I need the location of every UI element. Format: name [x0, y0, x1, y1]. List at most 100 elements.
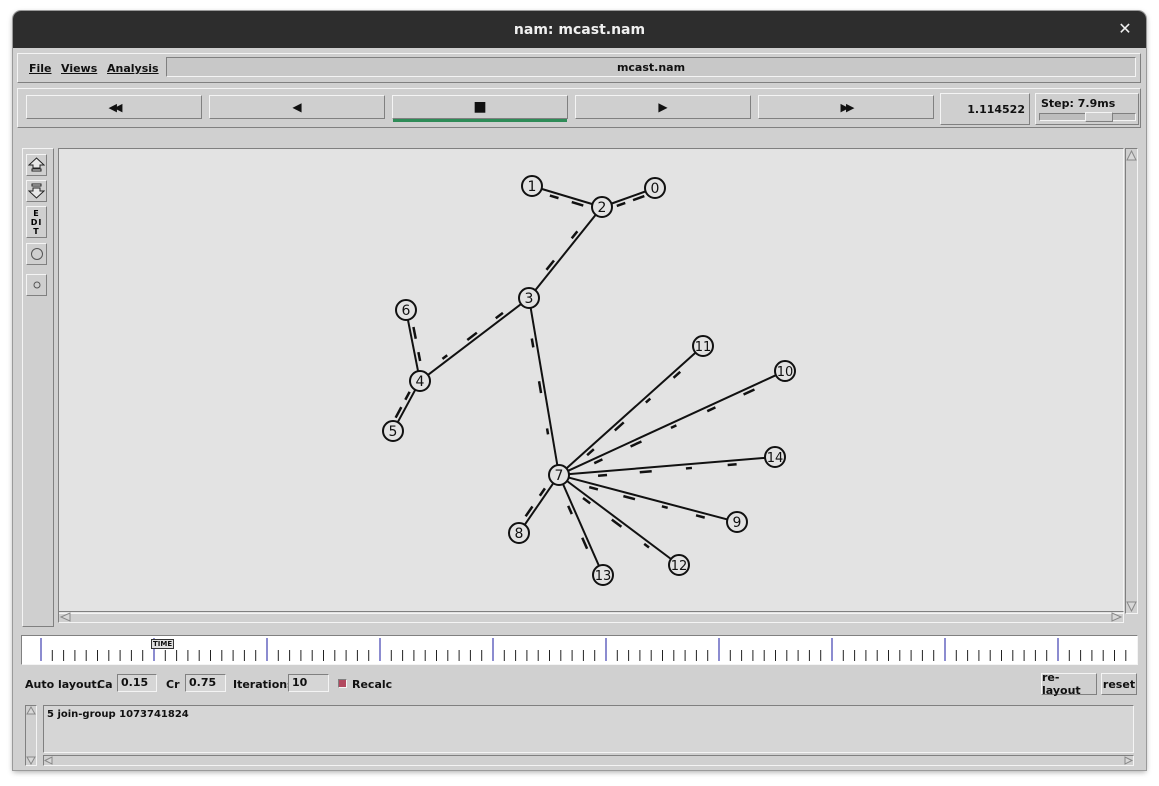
packet	[593, 458, 603, 465]
step-label: Step: 7.9ms	[1041, 97, 1116, 110]
node-13[interactable]: 13	[592, 564, 614, 586]
node-size-large-button[interactable]	[26, 243, 47, 265]
node-label: 3	[525, 291, 534, 307]
step-slider-trough[interactable]	[1039, 112, 1136, 122]
zoom-in-button[interactable]	[26, 154, 47, 176]
canvas-vertical-scrollbar[interactable]	[1125, 148, 1138, 614]
edit-button[interactable]: EDIT	[26, 206, 47, 238]
rewind-button[interactable]: ◀◀	[26, 95, 202, 119]
packet	[537, 381, 543, 394]
stop-button[interactable]: ■	[392, 95, 568, 122]
node-7[interactable]: 7	[548, 464, 570, 486]
auto-layout-bar: Auto layout: Ca 0.15 Cr 0.75 Iterations …	[13, 671, 1146, 698]
cr-input[interactable]: 0.75	[185, 674, 226, 692]
packet	[538, 487, 546, 497]
cr-label: Cr	[166, 678, 180, 691]
node-label: 7	[555, 468, 564, 484]
packet	[623, 494, 636, 501]
node-label: 9	[733, 515, 742, 531]
node-8[interactable]: 8	[508, 522, 530, 544]
timeline-ticks	[40, 638, 1127, 661]
link-4-5[interactable]	[396, 389, 417, 423]
node-1[interactable]: 1	[521, 175, 543, 197]
circle-small-icon	[33, 281, 40, 289]
node-3[interactable]: 3	[518, 287, 540, 309]
current-time-display: 1.114522	[940, 93, 1030, 125]
play-backward-button[interactable]: ◀	[209, 95, 385, 119]
link-1-2[interactable]	[541, 187, 593, 206]
node-14[interactable]: 14	[764, 446, 786, 468]
link-7-10[interactable]	[567, 374, 777, 472]
close-icon[interactable]: ✕	[1116, 20, 1134, 38]
node-2[interactable]: 2	[591, 196, 613, 218]
node-label: 11	[695, 340, 712, 355]
packet	[661, 505, 668, 510]
zoom-in-icon	[28, 157, 45, 172]
menu-bar: File Views Analysis mcast.nam	[17, 53, 1141, 83]
play-backward-icon: ◀	[292, 100, 302, 114]
node-size-small-button[interactable]	[26, 274, 47, 296]
network-graph[interactable]: 01234567891011121314	[59, 149, 1123, 613]
edit-label: EDIT	[30, 208, 43, 236]
relayout-button[interactable]: re-layout	[1041, 671, 1097, 697]
packet	[706, 406, 716, 413]
fast-forward-button[interactable]: ▶▶	[758, 95, 934, 119]
node-12[interactable]: 12	[668, 554, 690, 576]
menu-analysis[interactable]: Analysis	[107, 62, 159, 75]
log-vertical-scrollbar[interactable]	[25, 705, 37, 766]
window-title: nam: mcast.nam	[513, 21, 646, 38]
recalc-checkbox[interactable]	[338, 679, 347, 688]
node-label: 8	[515, 526, 524, 542]
node-9[interactable]: 9	[726, 511, 748, 533]
zoom-out-button[interactable]	[26, 180, 47, 202]
link-2-3[interactable]	[534, 214, 597, 291]
packet	[639, 470, 652, 474]
packet	[571, 200, 584, 207]
play-icon: ▶	[658, 100, 668, 114]
link-7-11[interactable]	[565, 351, 697, 470]
node-10[interactable]: 10	[774, 360, 796, 382]
packet	[404, 391, 411, 401]
node-4[interactable]: 4	[409, 370, 431, 392]
timeline-slider[interactable]: TIME	[21, 635, 1138, 665]
play-forward-button[interactable]: ▶	[575, 95, 751, 119]
node-label: 0	[651, 181, 660, 197]
tool-panel: EDIT	[22, 148, 54, 627]
node-5[interactable]: 5	[382, 420, 404, 442]
node-6[interactable]: 6	[395, 299, 417, 321]
canvas-horizontal-scrollbar[interactable]	[58, 611, 1124, 623]
reset-button[interactable]: reset	[1101, 673, 1137, 695]
menu-file[interactable]: File	[29, 62, 52, 75]
link-7-9[interactable]	[568, 476, 728, 521]
auto-layout-label: Auto layout:	[25, 678, 102, 691]
recalc-label: Recalc	[352, 678, 393, 691]
title-bar: nam: mcast.nam ✕	[13, 11, 1146, 48]
playback-toolbar: ◀◀ ◀ ■ ▶ ▶▶ 1.114522 Step: 7.9ms	[17, 88, 1141, 128]
packet	[588, 485, 599, 491]
rewind-icon: ◀◀	[108, 100, 123, 114]
packet	[412, 326, 417, 340]
link-3-7[interactable]	[529, 307, 559, 466]
log-panel: 5 join-group 1073741824	[25, 705, 1135, 766]
link-7-8[interactable]	[523, 482, 555, 526]
step-control: Step: 7.9ms	[1035, 93, 1139, 125]
time-marker[interactable]: TIME	[151, 639, 175, 649]
client-area: File Views Analysis mcast.nam ◀◀ ◀ ■ ▶ ▶…	[13, 48, 1146, 770]
iterations-input[interactable]: 10	[288, 674, 329, 692]
node-label: 2	[598, 200, 607, 216]
node-11[interactable]: 11	[692, 335, 714, 357]
link-7-12[interactable]	[566, 480, 672, 560]
link-7-13[interactable]	[562, 483, 600, 567]
node-label: 13	[595, 569, 612, 584]
network-canvas[interactable]: 0 1 2 3 4 5 6 7 8 9 10 11 12 13 14	[58, 148, 1124, 614]
packet	[597, 473, 608, 478]
link-3-4[interactable]	[427, 303, 522, 376]
menu-views[interactable]: Views	[61, 62, 97, 75]
packet	[567, 505, 573, 515]
circle-large-icon	[30, 248, 43, 260]
node-0[interactable]: 0	[644, 177, 666, 199]
ca-input[interactable]: 0.15	[117, 674, 157, 692]
log-horizontal-scrollbar[interactable]	[43, 755, 1134, 766]
file-name-display: mcast.nam	[166, 57, 1136, 77]
step-slider-handle[interactable]	[1085, 112, 1113, 122]
